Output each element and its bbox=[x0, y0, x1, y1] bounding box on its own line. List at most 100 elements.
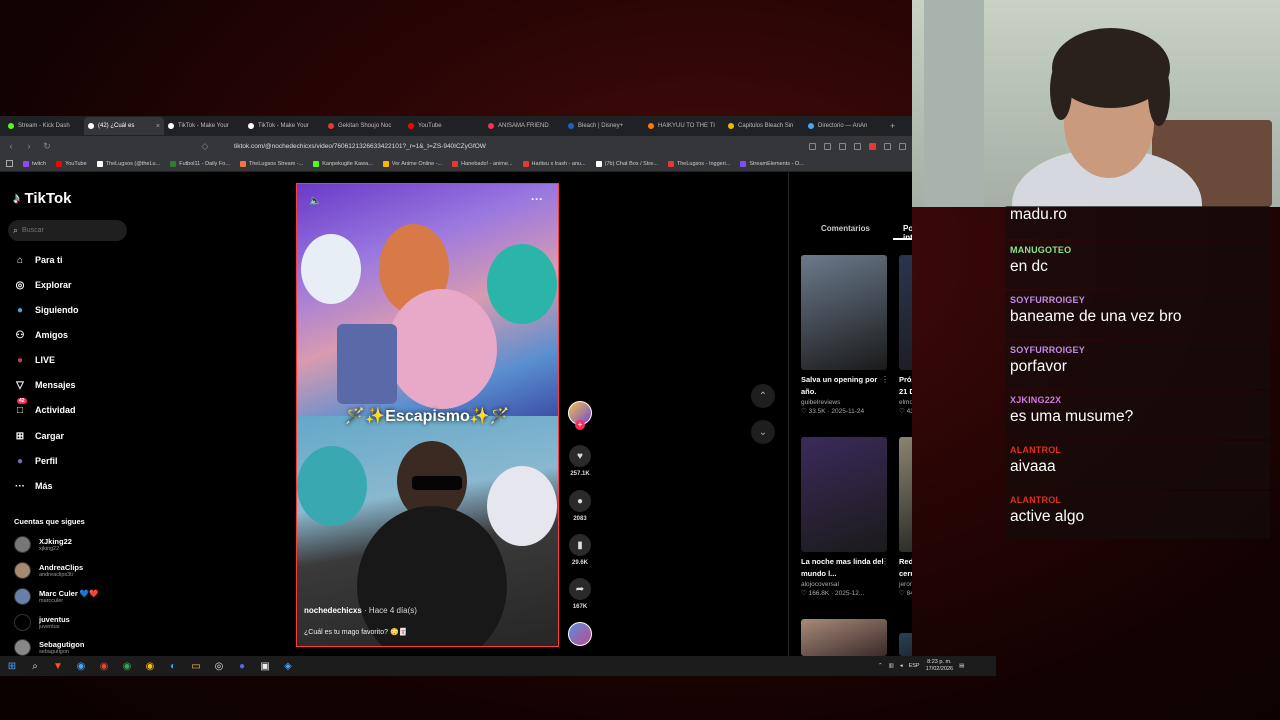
sidebar-item-live[interactable]: ● LIVE bbox=[13, 351, 55, 369]
suggested-video-card[interactable]: Red Bull Valparaiso cerro... jeronimopaez… bbox=[899, 437, 912, 597]
app-icon[interactable]: ◈ bbox=[282, 660, 294, 672]
brave-shield-icon[interactable] bbox=[869, 142, 876, 150]
sidebar-item-following[interactable]: ● Siguiendo bbox=[13, 301, 79, 319]
followed-account[interactable]: juventus juventus bbox=[14, 614, 70, 631]
video-player[interactable]: 🔈 ··· 🪄✨Escapismo✨🪄 nochedechicxs · Hace… bbox=[296, 183, 559, 647]
browser-tab[interactable]: Bleach | Disney+ bbox=[564, 117, 644, 135]
card-author[interactable]: elmoilpollo_ bbox=[899, 399, 912, 406]
sidebar-item-activity[interactable]: □ 42 Actividad bbox=[13, 398, 76, 419]
video-author[interactable]: nochedechicxs · Hace 4 día(s) bbox=[304, 606, 417, 615]
bookmark-item[interactable]: Haritsu x Irash - anu... bbox=[522, 160, 586, 167]
sidebar-item-compass[interactable]: ◎ Explorar bbox=[13, 276, 72, 294]
language-indicator[interactable]: ESP bbox=[909, 663, 920, 669]
url-field[interactable]: tiktok.com/@nochedechicxs/video/76061213… bbox=[234, 143, 801, 150]
browser-tab[interactable]: HAIKYUU TO THE TI bbox=[644, 117, 724, 135]
sidebar-icon[interactable] bbox=[884, 142, 891, 150]
bookmark-item[interactable]: Ver Anime Online -... bbox=[382, 160, 442, 167]
bookmark-item[interactable]: TheLugsos - Inggeri... bbox=[667, 160, 730, 167]
apps-icon[interactable] bbox=[6, 160, 13, 167]
bookmark-button[interactable]: ▮ 29.6K bbox=[568, 534, 592, 566]
notifications-icon[interactable]: ▤ bbox=[959, 663, 964, 669]
bookmark-item[interactable]: Hanebado! - anime... bbox=[452, 160, 513, 167]
card-more-icon[interactable]: ⋮ bbox=[881, 375, 889, 384]
tiktok-logo[interactable]: ♪ TikTok bbox=[13, 190, 71, 207]
chrome-icon[interactable]: ◉ bbox=[98, 660, 110, 672]
sidebar-item-profile[interactable]: ● Perfil bbox=[13, 452, 58, 470]
video-thumbnail[interactable] bbox=[801, 437, 887, 552]
windows-start-icon[interactable]: ⊞ bbox=[6, 660, 18, 672]
sidebar-item-messages[interactable]: ▽ Mensajes bbox=[13, 376, 75, 394]
browser-tab[interactable]: Gekitan Shoujo Noc bbox=[324, 117, 404, 135]
card-more-icon[interactable]: ⋮ bbox=[881, 557, 889, 566]
video-thumbnail[interactable] bbox=[801, 255, 887, 370]
browser-tab[interactable]: Capitulos Bleach Sin bbox=[724, 117, 804, 135]
heart-button[interactable]: ♥ 257.1K bbox=[568, 445, 592, 477]
more-options-icon[interactable]: ··· bbox=[531, 192, 543, 206]
followed-account[interactable]: Marc Culer 💙❤️ marcculer bbox=[14, 588, 99, 605]
suggested-video-card[interactable]: Próximos shows: CALI 21 DE... elmoilpollo… bbox=[899, 255, 912, 415]
video-thumbnail[interactable] bbox=[899, 437, 912, 552]
browser-tab[interactable]: Stream - Kick Dash bbox=[4, 117, 84, 135]
share-page-icon[interactable] bbox=[839, 142, 846, 150]
extension-icon[interactable] bbox=[809, 142, 816, 150]
chrome-icon-3[interactable]: ◉ bbox=[144, 660, 156, 672]
card-author[interactable]: alojocoversal bbox=[801, 581, 887, 588]
bookmark-item[interactable]: (7b) Chat Box / Stre... bbox=[595, 160, 658, 167]
sidebar-item-friends[interactable]: ⚇ Amigos bbox=[13, 326, 69, 344]
browser-tab[interactable]: YouTube bbox=[404, 117, 484, 135]
bookmark-item[interactable]: Futbol11 - Daily Fo... bbox=[170, 160, 230, 167]
edge-icon[interactable]: ◐ bbox=[167, 660, 179, 672]
bookmark-item[interactable]: StreamElements - O... bbox=[740, 160, 804, 167]
back-icon[interactable]: ‹ bbox=[6, 141, 16, 151]
volume-tray-icon[interactable]: ◂ bbox=[900, 663, 903, 669]
volume-icon[interactable]: 🔈 bbox=[309, 196, 321, 207]
browser-tab[interactable]: (42) ¿Cuál es × bbox=[84, 117, 164, 135]
bookmark-item[interactable]: TheLugsos (@theLu... bbox=[96, 160, 160, 167]
suggested-video-card[interactable]: La noche mas linda del mundo l... alojoco… bbox=[801, 437, 889, 597]
file-explorer-icon[interactable]: ▭ bbox=[190, 660, 202, 672]
search-box[interactable]: ⌕ bbox=[8, 220, 127, 241]
sound-disc-icon[interactable] bbox=[568, 622, 592, 646]
browser-tab[interactable]: Directorio — AnAn bbox=[804, 117, 884, 135]
sidebar-item-more[interactable]: ··· Más bbox=[13, 477, 53, 495]
followed-account[interactable]: XJking22 xjking22 bbox=[14, 536, 72, 553]
reload-icon[interactable]: ↻ bbox=[42, 141, 52, 152]
card-author[interactable]: jeronimopaez220 bbox=[899, 581, 912, 588]
sidebar-item-upload[interactable]: ⊞ Cargar bbox=[13, 427, 64, 445]
card-author[interactable]: guibelreviews bbox=[801, 399, 887, 406]
bookmark-item[interactable]: YouTube bbox=[56, 160, 87, 167]
video-thumbnail[interactable] bbox=[801, 619, 887, 656]
bookmark-page-icon[interactable]: ◇ bbox=[200, 141, 210, 152]
followed-account[interactable]: AndreaClips andreaclips3ti bbox=[14, 562, 83, 579]
previous-video-button[interactable]: ⌃ bbox=[751, 384, 775, 408]
bookmark-item[interactable]: Kanpekugite Kawa... bbox=[313, 160, 373, 167]
taskbar-search-icon[interactable]: ⌕ bbox=[29, 660, 41, 672]
network-icon[interactable]: ▥ bbox=[889, 663, 894, 669]
browser-tab[interactable]: ANISAMA FRIEND bbox=[484, 117, 564, 135]
share-button[interactable]: ➦ 167K bbox=[568, 578, 592, 610]
bookmark-item[interactable]: TheLugsos Stream -... bbox=[239, 160, 303, 167]
sidebar-item-home[interactable]: ⌂ Para ti bbox=[13, 251, 63, 269]
brave-icon[interactable]: ▼ bbox=[52, 660, 64, 672]
clock[interactable]: 8:23 p. m. 17/02/2026 bbox=[926, 659, 954, 673]
chrome-profile-icon[interactable]: ◉ bbox=[75, 660, 87, 672]
new-tab-button[interactable]: + bbox=[890, 121, 895, 131]
discord-icon[interactable]: ● bbox=[236, 660, 248, 672]
capcut-icon[interactable]: ▣ bbox=[259, 660, 271, 672]
suggested-video-card[interactable]: Salva un opening por año. guibelreviews ♡ … bbox=[801, 255, 889, 415]
video-thumbnail[interactable] bbox=[899, 255, 912, 370]
next-video-button[interactable]: ⌄ bbox=[751, 420, 775, 444]
tab-comments[interactable]: Comentarios bbox=[821, 224, 870, 233]
followed-account[interactable]: Sebagutigon sebagutigon bbox=[14, 639, 84, 656]
star-icon[interactable] bbox=[854, 142, 861, 150]
zoom-icon[interactable] bbox=[824, 142, 831, 150]
video-thumbnail[interactable] bbox=[899, 633, 912, 656]
obs-icon[interactable]: ◎ bbox=[213, 660, 225, 672]
forward-icon[interactable]: › bbox=[24, 141, 34, 151]
wallet-icon[interactable] bbox=[899, 142, 906, 150]
comment-button[interactable]: ● 2083 bbox=[568, 490, 592, 522]
bookmark-item[interactable]: twitch bbox=[23, 160, 46, 167]
chevron-up-icon[interactable]: ⌃ bbox=[878, 663, 883, 669]
browser-tab[interactable]: TikTok - Make Your bbox=[244, 117, 324, 135]
follow-plus-icon[interactable]: + bbox=[575, 420, 585, 430]
